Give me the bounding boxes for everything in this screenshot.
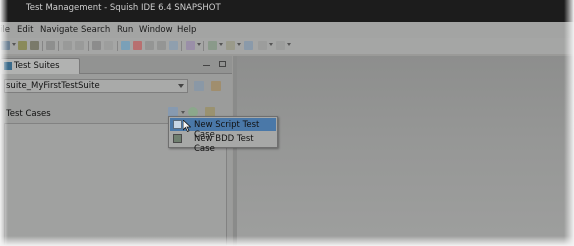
window-title: Test Management - Squish IDE 6.4 SNAPSHO… [26, 3, 221, 13]
toolbar-separator [117, 41, 118, 51]
redo-icon[interactable] [75, 41, 84, 50]
back-icon[interactable] [258, 41, 267, 50]
view-tab-strip: Test Suites [0, 56, 232, 74]
dropdown-arrow-icon[interactable] [287, 43, 291, 46]
editor-area [237, 56, 574, 246]
test-cases-label: Test Cases [6, 109, 51, 119]
save-icon[interactable] [30, 41, 39, 50]
suite-selector[interactable]: suite_MyFirstTestSuite [4, 79, 188, 93]
suite-selector-value: suite_MyFirstTestSuite [6, 81, 100, 91]
maximize-icon[interactable] [219, 61, 226, 67]
undo-icon[interactable] [63, 41, 72, 50]
new-test-case-dropdown-icon[interactable] [181, 111, 185, 114]
toolbar-separator [181, 41, 182, 51]
toolbar-separator [58, 41, 59, 51]
new-icon[interactable] [1, 41, 10, 50]
bdd-test-case-icon [173, 134, 182, 143]
copy-icon[interactable] [104, 41, 113, 50]
menu-item-label: New BDD Test Case [194, 134, 254, 154]
dropdown-arrow-icon[interactable] [219, 43, 223, 46]
step-icon[interactable] [157, 41, 166, 50]
chevron-down-icon[interactable] [178, 84, 184, 88]
toolbar-separator [88, 41, 89, 51]
tab-test-suites-label: Test Suites [14, 61, 60, 71]
dropdown-arrow-icon[interactable] [12, 43, 16, 46]
run-test-icon[interactable] [208, 41, 217, 50]
menu-navigate[interactable]: Navigate [40, 25, 78, 35]
search-icon[interactable] [244, 41, 253, 50]
print-icon[interactable] [46, 41, 55, 50]
dropdown-arrow-icon[interactable] [197, 43, 201, 46]
dropdown-arrow-icon[interactable] [237, 43, 241, 46]
suite-settings-icon[interactable] [194, 81, 204, 91]
ide-window: Test Management - Squish IDE 6.4 SNAPSHO… [0, 0, 574, 246]
launch-icon[interactable] [186, 41, 195, 50]
pause-icon[interactable] [145, 41, 154, 50]
minimize-icon[interactable] [203, 65, 210, 66]
script-test-case-icon [173, 120, 182, 129]
menu-edit[interactable]: Edit [17, 25, 33, 35]
menu-help[interactable]: Help [177, 25, 196, 35]
dropdown-arrow-icon[interactable] [269, 43, 273, 46]
main-toolbar [0, 38, 574, 54]
toolbar-separator [42, 41, 43, 51]
forward-icon[interactable] [276, 41, 285, 50]
cut-icon[interactable] [92, 41, 101, 50]
mouse-pointer-icon [183, 120, 191, 132]
record-icon[interactable] [121, 41, 130, 50]
menu-bar: ile Edit Navigate Search Run Window Help [0, 22, 574, 38]
open-icon[interactable] [18, 41, 27, 50]
suite-open-icon[interactable] [211, 81, 221, 91]
debug-icon[interactable] [226, 41, 235, 50]
inspect-icon[interactable] [169, 41, 178, 50]
menu-file[interactable]: ile [0, 25, 10, 35]
menu-window[interactable]: Window [139, 25, 173, 35]
tab-test-suites[interactable]: Test Suites [0, 58, 80, 74]
test-suites-icon [4, 62, 12, 70]
menu-item-new-bdd-test-case[interactable]: New BDD Test Case [170, 132, 276, 154]
stop-icon[interactable] [133, 41, 142, 50]
menu-search[interactable]: Search [81, 25, 110, 35]
title-bar: Test Management - Squish IDE 6.4 SNAPSHO… [0, 0, 574, 22]
toolbar-separator [203, 41, 204, 51]
menu-run[interactable]: Run [117, 25, 133, 35]
